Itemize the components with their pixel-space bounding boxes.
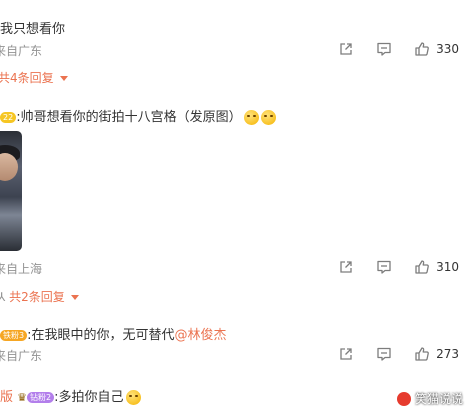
watermark: 笑猫说说 [396, 390, 463, 407]
like-icon[interactable] [414, 259, 430, 275]
comment-2-like-count: 310 [436, 260, 459, 274]
emoji-laugh-icon [125, 390, 141, 405]
comment-icon[interactable] [376, 346, 392, 362]
comment-1-replies-label: 共4条回复 [0, 71, 54, 85]
comment-3-source: 来自广东 [0, 349, 43, 363]
comment-2-body: :帅哥想看你的街拍十八宫格（发原图） [16, 110, 242, 125]
comment-1-replies-link[interactable]: 共4条回复 [0, 69, 68, 86]
comment-3-actions: 273 [316, 345, 459, 363]
comment-2-replies-link[interactable]: ⅄ 共2条回复 [0, 288, 79, 305]
comment-icon[interactable] [376, 259, 392, 275]
comment-1-like-count: 330 [436, 42, 459, 56]
comment-2-actions: 310 [316, 258, 459, 276]
comment-2-badge: 22 [0, 112, 17, 123]
emoji-kiss-icon [243, 110, 259, 125]
comment-1-actions: 330 [316, 40, 459, 58]
chevron-down-icon [59, 76, 68, 81]
like-icon[interactable] [414, 346, 430, 362]
comment-3-text: 铁粉3:在我眼中的你，无可替代@林俊杰 [0, 324, 227, 343]
comment-1-body: 我只想看你 [0, 22, 66, 37]
share-icon[interactable] [338, 346, 354, 362]
reply-arrow-icon: ⅄ [0, 290, 6, 304]
comment-3-like-count: 273 [436, 347, 459, 361]
comment-3-badge: 铁粉3 [0, 330, 28, 341]
comment-4-badge: 钻粉2 [27, 392, 55, 403]
comment-1-text: 我只想看你 [0, 18, 65, 37]
comment-2-source: 来自上海 [0, 262, 43, 276]
watermark-logo-icon [396, 391, 411, 406]
emoji-kiss-icon [260, 110, 276, 125]
share-icon[interactable] [338, 41, 354, 57]
comment-3-body: :在我眼中的你，无可替代 [27, 328, 175, 343]
share-icon[interactable] [338, 259, 354, 275]
comment-2-text: 22:帅哥想看你的街拍十八宫格（发原图） [0, 106, 276, 125]
comment-3-mention[interactable]: @林俊杰 [174, 328, 226, 343]
comment-1-source: 来自广东 [0, 44, 43, 58]
comment-4-prefix: 版 [0, 390, 14, 405]
comment-icon[interactable] [376, 41, 392, 57]
like-icon[interactable] [414, 41, 430, 57]
comment-4-body: :多拍你自己 [54, 390, 124, 405]
comment-4-text: 版 ♛ 钻粉2:多拍你自己 [0, 386, 141, 405]
watermark-text: 笑猫说说 [414, 392, 463, 406]
comment-2-photo[interactable] [0, 131, 22, 251]
comment-2-replies-label: 共2条回复 [9, 290, 65, 304]
chevron-down-icon [70, 295, 79, 300]
crown-icon: ♛ [17, 391, 28, 404]
